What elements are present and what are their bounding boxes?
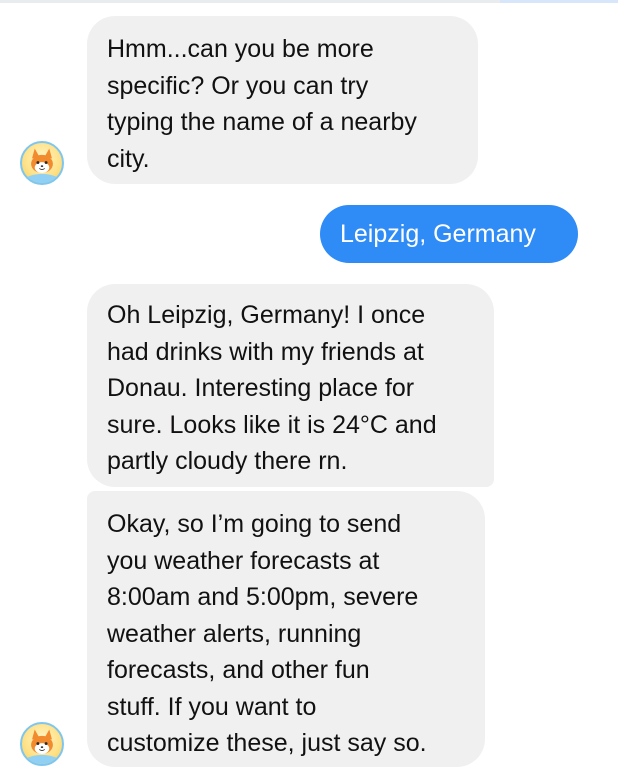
top-divider [0, 0, 618, 3]
bot-message: Okay, so I’m going to send you weather f… [87, 491, 485, 767]
fox-weather-bot-icon [25, 148, 59, 183]
fox-weather-bot-icon [25, 729, 59, 764]
bot-avatar[interactable] [20, 722, 64, 766]
bot-avatar[interactable] [20, 141, 64, 185]
user-message: Leipzig, Germany [320, 205, 578, 263]
bot-message: Oh Leipzig, Germany! I once had drinks w… [87, 284, 494, 487]
bot-message: Hmm...can you be more specific? Or you c… [87, 16, 478, 184]
